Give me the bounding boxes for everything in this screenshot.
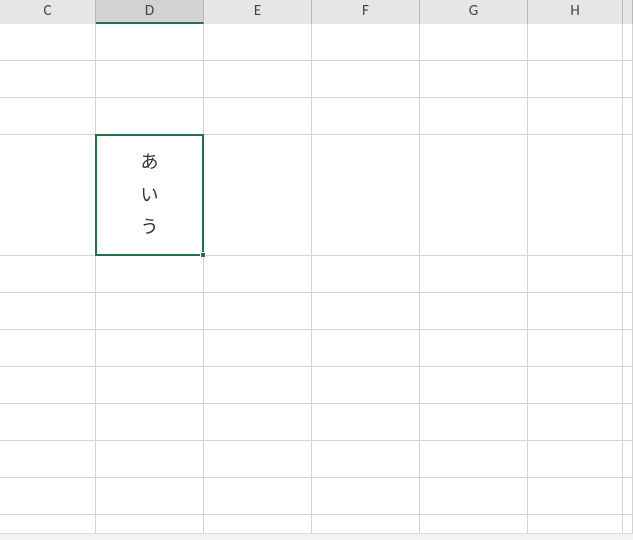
spreadsheet: C D E F G H あいう — [0, 0, 633, 540]
column-header-H[interactable]: H — [528, 0, 623, 24]
grid-area[interactable]: あいう — [0, 24, 633, 533]
gridline-horizontal — [0, 366, 633, 367]
fill-handle-icon[interactable] — [200, 252, 206, 258]
column-header-label: H — [570, 2, 579, 20]
gridline-horizontal — [0, 403, 633, 404]
column-header-G[interactable]: G — [420, 0, 528, 24]
column-header-label: E — [254, 2, 261, 20]
column-headers: C D E F G H — [0, 0, 633, 24]
gridline-vertical — [527, 24, 528, 533]
active-cell-line: う — [141, 211, 159, 243]
column-header-F[interactable]: F — [312, 0, 420, 24]
active-cell-line: あ — [141, 146, 159, 178]
column-header-E[interactable]: E — [204, 0, 312, 24]
column-header-end[interactable] — [623, 0, 633, 24]
column-header-label: C — [44, 2, 52, 20]
active-cell-content: あいう — [97, 136, 202, 254]
column-header-D[interactable]: D — [96, 0, 204, 24]
gridline-vertical — [95, 24, 96, 533]
column-header-label: D — [145, 2, 154, 20]
gridline-vertical — [203, 24, 204, 533]
column-header-C[interactable]: C — [0, 0, 96, 24]
gridline-horizontal — [0, 97, 633, 98]
gridline-horizontal — [0, 477, 633, 478]
gridline-horizontal — [0, 514, 633, 515]
column-header-label: F — [362, 2, 369, 20]
status-bar — [0, 533, 633, 540]
gridline-horizontal — [0, 292, 633, 293]
gridline-horizontal — [0, 329, 633, 330]
gridline-vertical — [311, 24, 312, 533]
gridline-horizontal — [0, 440, 633, 441]
active-cell-line: い — [141, 179, 159, 211]
gridline-vertical — [622, 24, 623, 533]
active-cell[interactable]: あいう — [95, 134, 204, 256]
column-header-label: G — [469, 2, 478, 20]
gridline-horizontal — [0, 60, 633, 61]
gridline-vertical — [419, 24, 420, 533]
